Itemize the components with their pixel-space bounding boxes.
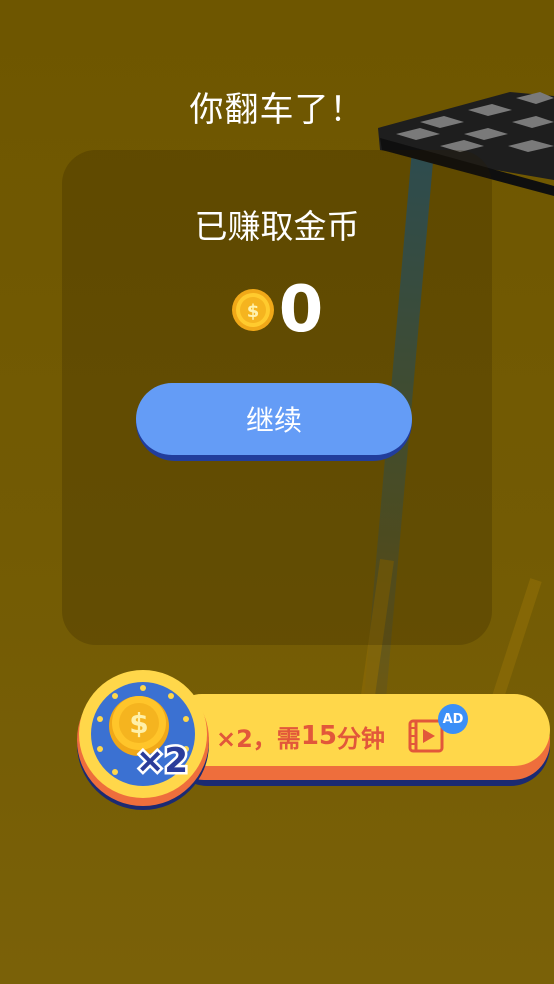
continue-button-label: 继续	[136, 383, 412, 455]
svg-text:$: $	[129, 707, 148, 740]
double-coins-ad-button[interactable]: $ ×2 ×2，需 15 分钟 AD	[76, 664, 550, 816]
page-title: 你翻车了！	[189, 90, 365, 130]
multiplier-badge: ×2	[136, 741, 188, 781]
offer-prefix: ×2，需	[216, 724, 301, 753]
ad-badge: AD	[438, 704, 468, 734]
coin-counter: $ 0	[0, 273, 554, 347]
coin-count: 0	[278, 273, 324, 347]
coin-medal-icon: $ ×2	[77, 670, 209, 810]
continue-button[interactable]: 继续	[136, 383, 412, 461]
double-offer-text: ×2，需 15 分钟	[216, 716, 385, 756]
earned-coins-label: 已赚取金币	[194, 207, 360, 246]
dollar-coin-icon: $	[231, 289, 274, 331]
svg-text:$: $	[246, 301, 259, 322]
offer-minutes: 15	[300, 721, 337, 751]
offer-suffix: 分钟	[337, 724, 385, 753]
